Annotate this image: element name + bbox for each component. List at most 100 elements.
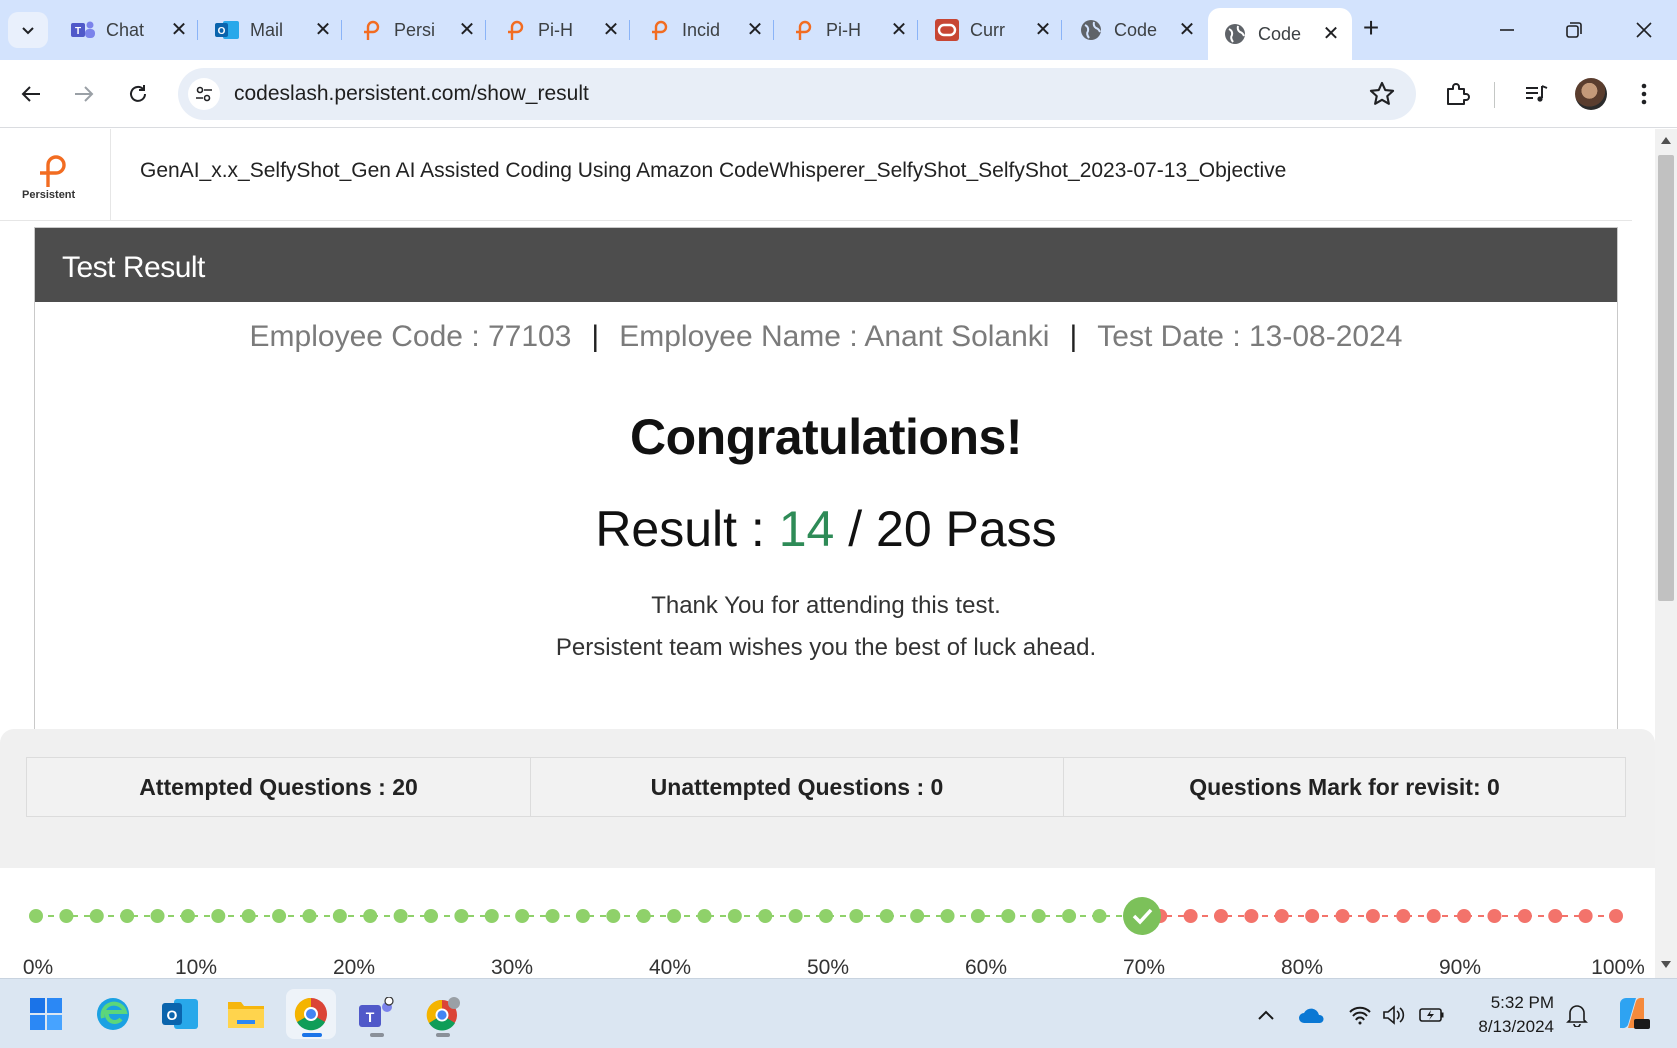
- browser-menu-button[interactable]: [1628, 78, 1660, 110]
- thanks-text: Thank You for attending this test.: [651, 592, 1001, 619]
- restore-button[interactable]: [1544, 10, 1604, 50]
- system-clock[interactable]: 5:32 PM 8/13/2024: [1460, 991, 1554, 1039]
- tab-search-button[interactable]: [8, 12, 48, 48]
- taskbar-chrome[interactable]: [286, 989, 336, 1039]
- start-button[interactable]: [21, 989, 71, 1039]
- tab-code-active[interactable]: Code ✕: [1208, 8, 1352, 60]
- progress-dot-fail: [1396, 909, 1411, 923]
- taskbar-outlook[interactable]: O: [155, 989, 205, 1039]
- tab-current[interactable]: Curr ✕: [920, 8, 1064, 52]
- onedrive-button[interactable]: [1298, 1001, 1326, 1029]
- wifi-button[interactable]: [1346, 1001, 1374, 1029]
- progress-dot-pass: [1031, 909, 1046, 923]
- score-value: 14: [778, 501, 835, 557]
- tab-pihelp[interactable]: Pi-H ✕: [488, 8, 632, 52]
- reload-button[interactable]: [120, 76, 156, 112]
- taskbar-file-explorer[interactable]: [221, 989, 271, 1039]
- forward-button[interactable]: [66, 76, 102, 112]
- close-icon[interactable]: ✕: [744, 19, 766, 41]
- progress-dot-pass: [819, 909, 833, 923]
- progress-dot-pass: [211, 909, 226, 923]
- close-icon[interactable]: ✕: [1176, 19, 1198, 41]
- tab-mail[interactable]: O Mail ✕: [200, 8, 344, 52]
- progress-dot-pass: [970, 909, 985, 923]
- page-scrollbar[interactable]: [1655, 129, 1677, 978]
- arrow-right-icon: [75, 86, 94, 102]
- result-line: Result : 14 / 20 Pass: [35, 500, 1617, 558]
- progress-dot-pass: [636, 909, 651, 923]
- progress-dot-fail: [1517, 909, 1532, 923]
- attempted-questions: Attempted Questions : 20: [27, 758, 531, 816]
- progress-dot-pass: [788, 909, 803, 923]
- windows-start-icon: [30, 998, 62, 1030]
- close-icon[interactable]: ✕: [1032, 19, 1054, 41]
- battery-charging-icon: [1419, 1008, 1444, 1022]
- taskbar-teams[interactable]: T: [352, 989, 402, 1039]
- persistent-logo[interactable]: Persistent: [0, 129, 111, 221]
- battery-button[interactable]: [1418, 1001, 1446, 1029]
- progress-tick-label: 80%: [1281, 956, 1323, 978]
- progress-dot-pass: [272, 909, 287, 923]
- progress-tick-label: 30%: [491, 956, 533, 978]
- progress-dot-pass: [363, 909, 378, 923]
- result-prefix: Result :: [595, 501, 779, 557]
- chrome-profile-icon: [426, 997, 460, 1031]
- progress-dot-fail: [1487, 909, 1502, 923]
- scroll-down-arrow[interactable]: [1661, 961, 1671, 968]
- close-icon[interactable]: ✕: [888, 19, 910, 41]
- notifications-button[interactable]: [1563, 1001, 1591, 1029]
- progress-dot-pass: [606, 909, 621, 923]
- employee-info: Employee Code : 77103 | Employee Name : An…: [35, 320, 1617, 354]
- address-bar[interactable]: codeslash.persistent.com/show_result: [178, 68, 1416, 120]
- show-hidden-icons-button[interactable]: [1252, 1001, 1280, 1029]
- close-icon[interactable]: ✕: [168, 19, 190, 41]
- persistent-icon: [646, 17, 672, 43]
- running-indicator: [370, 1033, 384, 1037]
- question-stats: Attempted Questions : 20 Unattempted Que…: [26, 757, 1626, 817]
- score-progress-track: 0% 10% 20% 30% 40% 50% 60% 70% 80% 90% 100%: [23, 897, 1645, 978]
- tab-title: Chat: [106, 19, 145, 40]
- taskbar-chrome-profile[interactable]: [418, 989, 468, 1039]
- tab-pihelp-2[interactable]: Pi-H ✕: [776, 8, 920, 52]
- extensions-button[interactable]: [1441, 78, 1473, 110]
- score-progress: 0% 10% 20% 30% 40% 50% 60% 70% 80% 90% 100%: [0, 868, 1655, 978]
- progress-dot-fail: [1578, 909, 1593, 923]
- progress-dot-pass: [302, 909, 317, 923]
- persistent-icon: [790, 17, 816, 43]
- tab-code[interactable]: Code ✕: [1064, 8, 1208, 52]
- tab-chat[interactable]: T Chat ✕: [56, 8, 200, 52]
- close-icon[interactable]: ✕: [600, 19, 622, 41]
- taskbar-edge[interactable]: [88, 989, 138, 1039]
- more-vertical-icon: [1641, 83, 1647, 105]
- active-indicator: [302, 1033, 322, 1037]
- progress-dot-pass: [758, 909, 773, 923]
- media-controls-button[interactable]: [1520, 78, 1552, 110]
- bookmark-star-icon[interactable]: [1368, 80, 1396, 108]
- copilot-button[interactable]: [1614, 995, 1650, 1031]
- close-icon[interactable]: ✕: [1320, 23, 1342, 45]
- site-info-button[interactable]: [188, 78, 220, 110]
- progress-dot-pass: [849, 909, 864, 923]
- teams-icon: T: [359, 997, 394, 1027]
- volume-button[interactable]: [1380, 1001, 1408, 1029]
- copilot-icon: [1620, 997, 1650, 1029]
- back-button[interactable]: [13, 76, 49, 112]
- progress-dot-fail: [1335, 909, 1350, 923]
- url-text[interactable]: codeslash.persistent.com/show_result: [234, 82, 589, 106]
- separator: |: [1069, 320, 1078, 353]
- close-icon[interactable]: ✕: [456, 19, 478, 41]
- close-window-button[interactable]: [1614, 10, 1674, 50]
- scrollbar-thumb[interactable]: [1658, 155, 1674, 601]
- profile-avatar[interactable]: [1575, 78, 1607, 110]
- close-icon[interactable]: ✕: [312, 19, 334, 41]
- svg-text:O: O: [218, 26, 226, 37]
- tab-incident[interactable]: Incid ✕: [632, 8, 776, 52]
- new-tab-button[interactable]: +: [1356, 14, 1386, 44]
- reload-icon: [130, 85, 146, 102]
- tab-persistent[interactable]: Persi ✕: [344, 8, 488, 52]
- minimize-button[interactable]: [1477, 10, 1537, 50]
- progress-dot-pass: [727, 909, 742, 923]
- close-icon: [1636, 22, 1652, 38]
- scroll-up-arrow[interactable]: [1661, 137, 1671, 144]
- progress-dot-pass: [545, 909, 560, 923]
